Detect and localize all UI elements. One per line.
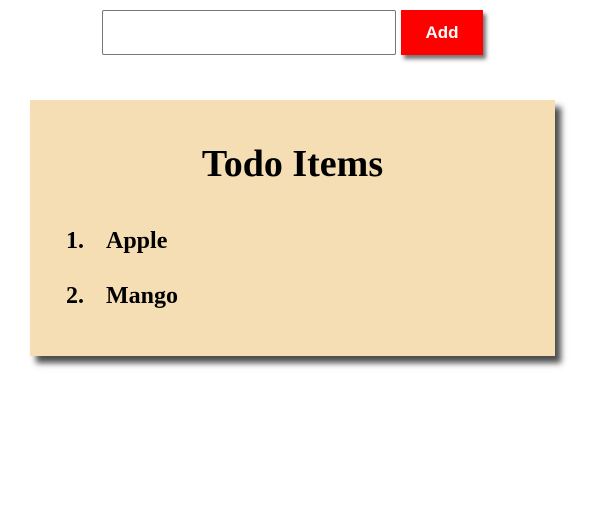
add-button[interactable]: Add — [401, 10, 483, 55]
add-todo-form: Add — [102, 10, 483, 55]
todo-input[interactable] — [102, 10, 396, 55]
page: Add Todo Items 1. Apple 2. Mango — [0, 0, 601, 509]
todo-item-label: Mango — [106, 283, 178, 309]
todo-title: Todo Items — [201, 143, 384, 185]
todo-item-number: 1. — [66, 228, 84, 254]
todo-item-number: 2. — [66, 283, 84, 309]
todo-list: 1. Apple 2. Mango — [66, 226, 178, 336]
todo-item[interactable]: 1. Apple — [66, 226, 178, 256]
todo-item-label: Apple — [106, 228, 168, 254]
todo-card: Todo Items 1. Apple 2. Mango — [30, 100, 555, 356]
todo-item[interactable]: 2. Mango — [66, 281, 178, 311]
